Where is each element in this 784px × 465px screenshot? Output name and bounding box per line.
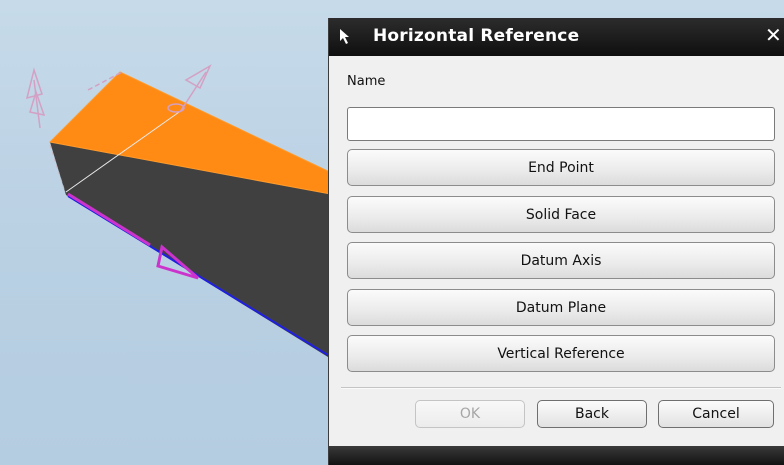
back-button[interactable]: Back (537, 400, 647, 428)
solid-face-button[interactable]: Solid Face (347, 196, 775, 233)
dialog-titlebar[interactable]: Horizontal Reference ✕ (329, 18, 784, 56)
cancel-button[interactable]: Cancel (658, 400, 774, 428)
datum-axis-button[interactable]: Datum Axis (347, 242, 775, 279)
ok-button[interactable]: OK (415, 400, 525, 428)
dialog-title: Horizontal Reference (373, 26, 580, 46)
dialog-bottom-bar (329, 446, 784, 465)
select-arrow-icon (340, 29, 349, 44)
name-input[interactable] (347, 107, 775, 141)
close-icon[interactable]: ✕ (765, 25, 782, 45)
end-point-button[interactable]: End Point (347, 149, 775, 186)
datum-plane-button[interactable]: Datum Plane (347, 289, 775, 326)
name-label: Name (347, 74, 386, 89)
vertical-reference-button[interactable]: Vertical Reference (347, 335, 775, 372)
horizontal-reference-dialog: Horizontal Reference ✕ Name End Point So… (328, 18, 784, 465)
footer-separator (341, 387, 781, 389)
